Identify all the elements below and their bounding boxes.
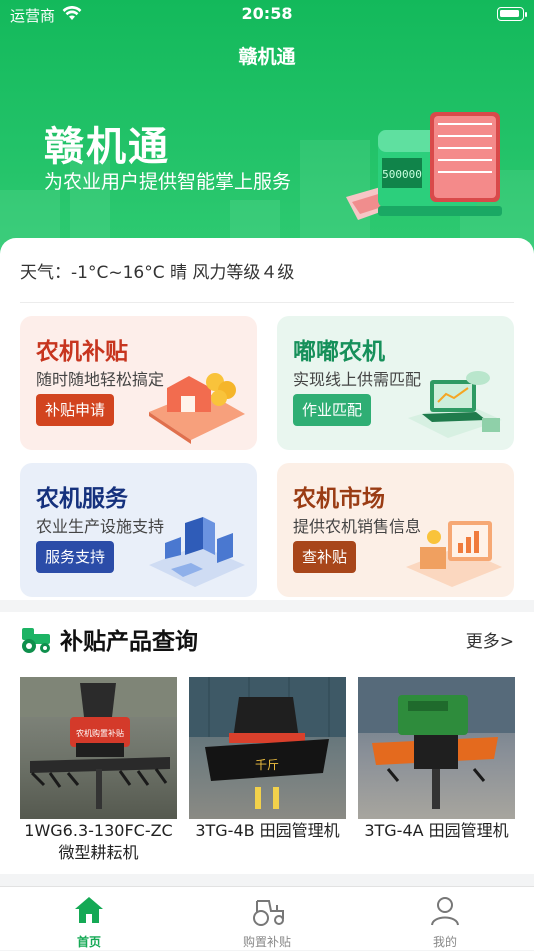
product-name[interactable]: 1WG6.3-130FC-ZC 微型耕耘机 bbox=[20, 820, 177, 864]
tile-subsidy[interactable]: 农机补贴 随时随地轻松搞定 补贴申请 bbox=[20, 316, 257, 450]
tab-bar: 首页 购置补贴 我的 bbox=[0, 886, 534, 950]
product-card[interactable]: 3TG-4A 田园管理机 bbox=[358, 677, 515, 842]
tab-mine[interactable]: 我的 bbox=[395, 887, 495, 951]
product-card[interactable]: 千斤 3TG-4B 田园管理机 bbox=[189, 677, 346, 842]
tab-label: 我的 bbox=[432, 935, 457, 949]
product-photo[interactable]: 农机购置补贴 bbox=[20, 677, 177, 819]
tractor-icon bbox=[22, 628, 50, 653]
market-chart-illustration bbox=[406, 521, 502, 587]
tile-machinery-service[interactable]: 农机服务 农业生产设施支持 服务支持 bbox=[20, 463, 257, 597]
city-blocks-illustration bbox=[149, 517, 245, 587]
garden-tiller-photo-illustration bbox=[358, 677, 515, 809]
tile-title: 嘟嘟农机 bbox=[293, 339, 385, 365]
tile-machinery-market[interactable]: 农机市场 提供农机销售信息 查补贴 bbox=[277, 463, 514, 597]
laptop-field-illustration bbox=[408, 371, 502, 438]
person-icon bbox=[431, 897, 459, 926]
product-card[interactable]: 农机购置补贴 1WG6.3-130FC-ZC 微型耕耘机 bbox=[20, 677, 177, 864]
product-photo-label: 千斤 bbox=[255, 758, 279, 772]
subsidy-apply-button[interactable]: 补贴申请 bbox=[36, 394, 115, 426]
house-coins-illustration bbox=[149, 373, 245, 444]
garden-tiller-photo-illustration: 千斤 bbox=[189, 677, 346, 809]
more-link[interactable]: 更多> bbox=[466, 627, 514, 652]
home-icon bbox=[75, 897, 103, 923]
nav-title: 赣机通 bbox=[238, 46, 296, 68]
tab-purchase-subsidy[interactable]: 购置补贴 bbox=[217, 887, 317, 951]
battery-icon bbox=[497, 7, 527, 21]
machine-counter-text: 500000 bbox=[382, 168, 422, 181]
divider bbox=[20, 302, 514, 303]
product-name[interactable]: 3TG-4B 田园管理机 bbox=[189, 820, 346, 842]
tile-dudu-machinery[interactable]: 嘟嘟农机 实现线上供需匹配 作业匹配 bbox=[277, 316, 514, 450]
tractor-icon bbox=[253, 900, 284, 926]
product-photo[interactable] bbox=[358, 677, 515, 819]
product-photo[interactable]: 千斤 bbox=[189, 677, 346, 819]
service-support-button[interactable]: 服务支持 bbox=[36, 541, 115, 573]
product-photo-label: 农机购置补贴 bbox=[76, 728, 124, 738]
weather-info: 天气：-1°C~16°C 晴 风力等级４级 bbox=[20, 263, 295, 283]
status-bar: 运营商 20:58 bbox=[0, 0, 534, 28]
section-title: 补贴产品查询 bbox=[60, 629, 198, 655]
clock: 20:58 bbox=[241, 4, 293, 23]
tile-title: 农机市场 bbox=[293, 486, 385, 512]
product-name[interactable]: 3TG-4A 田园管理机 bbox=[358, 820, 515, 842]
tile-title: 农机补贴 bbox=[36, 339, 128, 365]
hero-subtitle: 为农业用户提供智能掌上服务 bbox=[44, 171, 292, 193]
check-subsidy-button[interactable]: 查补贴 bbox=[293, 541, 357, 573]
job-match-button[interactable]: 作业匹配 bbox=[293, 394, 372, 426]
tab-label: 购置补贴 bbox=[242, 935, 291, 949]
tiller-photo-illustration: 农机购置补贴 bbox=[20, 677, 177, 809]
tile-title: 农机服务 bbox=[36, 486, 128, 512]
tab-home[interactable]: 首页 bbox=[39, 887, 139, 951]
tab-label: 首页 bbox=[76, 935, 101, 949]
money-counter-illustration: 500000 bbox=[346, 112, 502, 220]
hero-title: 赣机通 bbox=[44, 124, 170, 170]
